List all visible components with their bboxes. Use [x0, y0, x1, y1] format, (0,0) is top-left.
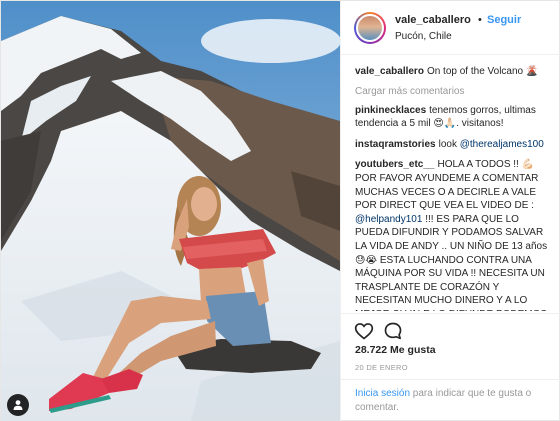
mention-link[interactable]: @helpandy101 [355, 214, 422, 225]
heart-icon[interactable] [354, 321, 374, 341]
volcano-photo-illustration [1, 1, 340, 421]
caption-text: On top of the Volcano 🌋 [426, 66, 539, 77]
mention-link[interactable]: @therealjames100 [460, 139, 544, 150]
header-separator: • [478, 14, 482, 26]
caption-username[interactable]: vale_caballero [355, 66, 424, 77]
load-more-comments-button[interactable]: Cargar más comentarios [355, 86, 552, 97]
comments-list[interactable]: vale_caballero On top of the Volcano 🌋 Ca… [341, 57, 560, 311]
avatar[interactable] [354, 12, 386, 44]
comment-text: look [438, 138, 460, 150]
comment-username[interactable]: youtubers_etc__ [355, 159, 434, 170]
comment-item: pinkinecklaces tenemos gorros, ultimas te… [355, 104, 552, 131]
post-sidebar: vale_caballero • Seguir Pucón, Chile val… [340, 1, 560, 421]
header-username[interactable]: vale_caballero [395, 14, 471, 26]
instagram-post: vale_caballero • Seguir Pucón, Chile val… [0, 0, 560, 421]
action-bar [341, 313, 560, 343]
login-link[interactable]: Inicia sesión [355, 388, 410, 399]
comment-text-continued: !!! ES PARA QUE LO PUEDA DIFUNDIR Y PODA… [355, 213, 548, 311]
post-photo[interactable] [1, 1, 340, 421]
post-header: vale_caballero • Seguir Pucón, Chile [341, 1, 560, 55]
comment-item: youtubers_etc__ HOLA A TODOS !! 💪🏻 POR FA… [355, 158, 552, 311]
user-tag-icon[interactable] [7, 394, 29, 416]
login-prompt: Inicia sesión para indicar que te gusta … [341, 379, 560, 421]
caption: vale_caballero On top of the Volcano 🌋 [355, 65, 552, 79]
comment-bubble-icon[interactable] [383, 321, 403, 341]
follow-button[interactable]: Seguir [487, 14, 521, 26]
post-date: 20 DE ENERO [355, 363, 408, 372]
comment-username[interactable]: pinkinecklaces [355, 105, 426, 116]
location-link[interactable]: Pucón, Chile [395, 31, 452, 42]
like-count[interactable]: 28.722 Me gusta [355, 344, 436, 356]
comment-item: instaqramstories look @therealjames100 [355, 138, 552, 152]
comment-username[interactable]: instaqramstories [355, 139, 436, 150]
